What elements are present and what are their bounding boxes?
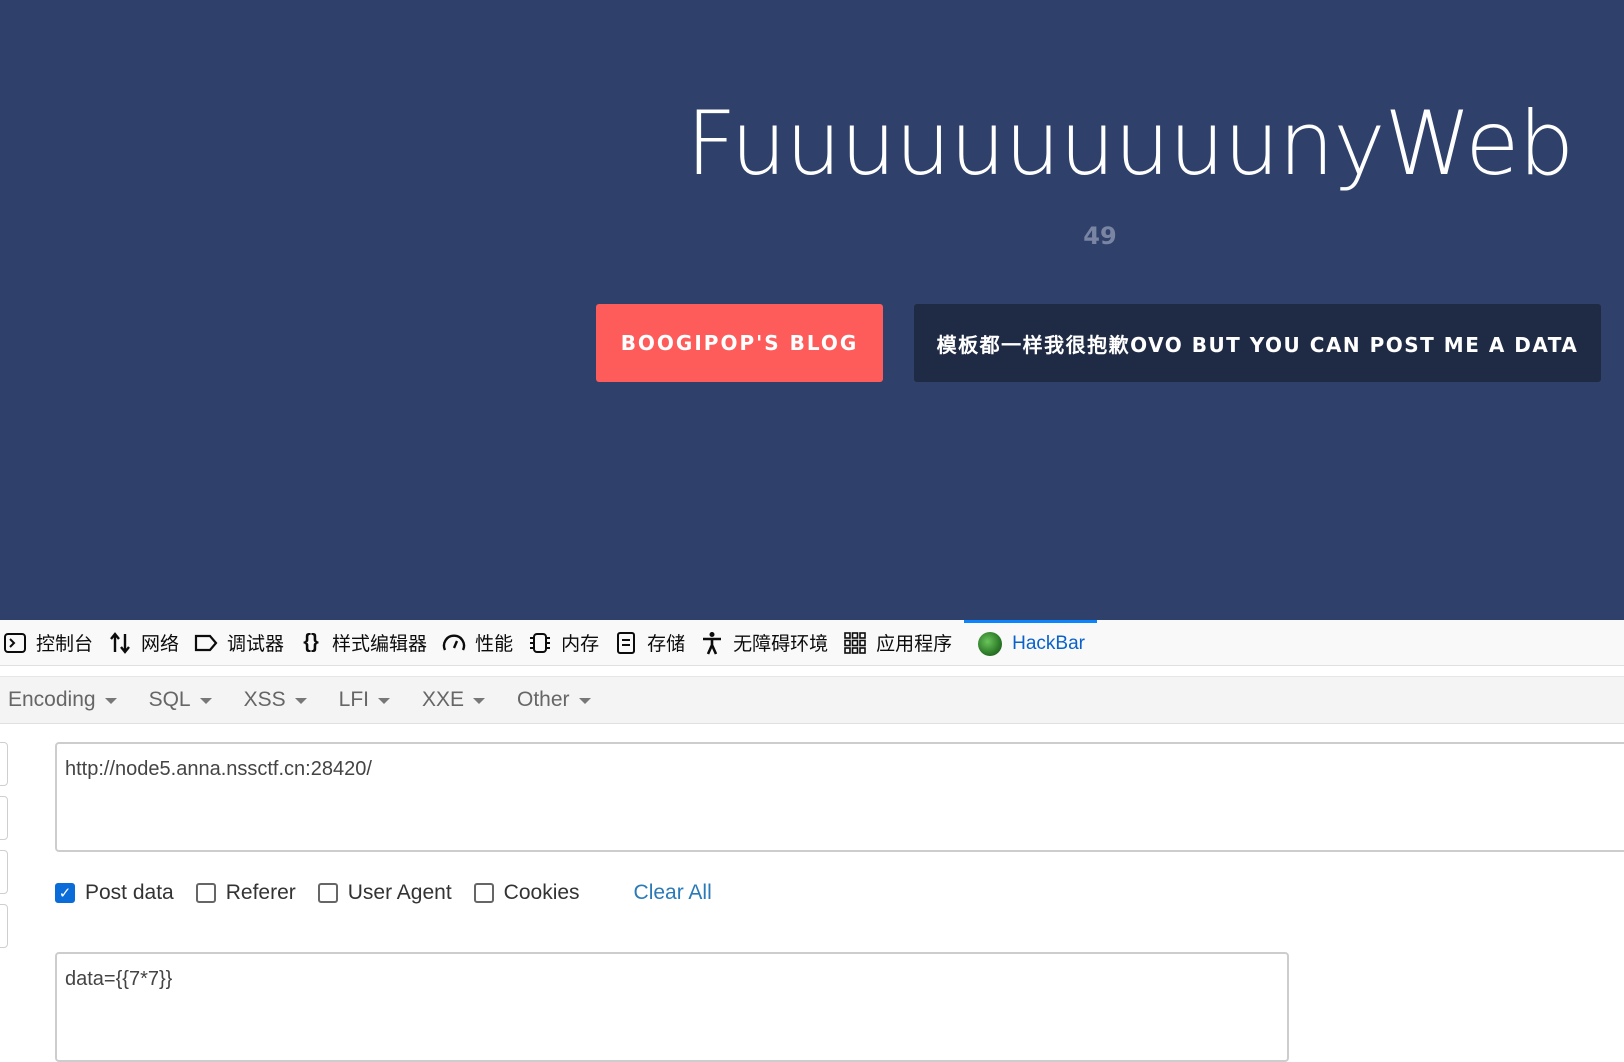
caret-down-icon	[294, 698, 307, 704]
accessibility-icon	[699, 630, 725, 656]
tab-label: 内存	[561, 634, 600, 655]
extra-button[interactable]	[0, 904, 8, 948]
grid-apps-icon	[842, 630, 868, 656]
split-url-button[interactable]	[0, 796, 8, 840]
cookies-checkbox[interactable]: Cookies	[473, 881, 580, 905]
tab-label: 存储	[647, 634, 686, 655]
devtools-tab-bar: 控制台 网络 调试器 {} 样式编辑器 性能 内存 存储 无障碍环境 应用程序 …	[0, 619, 1624, 666]
tab-accessibility[interactable]: 无障碍环境	[697, 620, 840, 666]
tab-application[interactable]: 应用程序	[840, 620, 964, 666]
menu-label: XXE	[421, 688, 465, 711]
caret-down-icon	[578, 698, 591, 704]
blog-button[interactable]: BOOGIPOP'S BLOG	[596, 304, 883, 382]
clear-all-link[interactable]: Clear All	[634, 881, 712, 905]
caret-down-icon	[104, 698, 117, 704]
tab-performance[interactable]: 性能	[439, 620, 525, 666]
menu-encoding[interactable]: Encoding	[8, 688, 117, 712]
checkbox-icon	[473, 883, 494, 903]
tab-storage[interactable]: 存储	[611, 620, 697, 666]
execute-button[interactable]	[0, 850, 8, 894]
caret-down-icon	[377, 698, 390, 704]
menu-xss[interactable]: XSS	[244, 688, 307, 712]
post-data-checkbox[interactable]: ✓ Post data	[55, 881, 174, 905]
caret-down-icon	[199, 698, 212, 704]
braces-icon: {}	[303, 631, 319, 653]
caret-down-icon	[473, 698, 486, 704]
option-label: Referer	[225, 881, 296, 904]
tab-label: HackBar	[1012, 633, 1085, 654]
menu-sql[interactable]: SQL	[149, 688, 212, 712]
tab-debugger[interactable]: 调试器	[191, 620, 296, 666]
hero-section: FuuuuuuuuuunyWeb 49 BOOGIPOP'S BLOG 模板都一…	[0, 0, 1624, 620]
tab-label: 调试器	[227, 634, 285, 655]
debugger-icon	[193, 630, 219, 656]
menu-label: XSS	[243, 688, 286, 711]
post-data-button[interactable]: 模板都一样我很抱歉OVO BUT YOU CAN POST ME A DATA	[914, 304, 1601, 382]
tab-label: 控制台	[36, 634, 94, 655]
tab-console[interactable]: 控制台	[0, 620, 105, 666]
console-icon	[2, 630, 28, 656]
tab-label: 无障碍环境	[733, 634, 829, 655]
tab-label: 网络	[141, 634, 180, 655]
page-title: FuuuuuuuuuunyWeb	[686, 92, 1574, 195]
tab-label: 样式编辑器	[332, 634, 428, 655]
request-options: ✓ Post data Referer User Agent Cookies C…	[55, 878, 712, 908]
url-input[interactable]: http://node5.anna.nssctf.cn:28420/	[55, 742, 1624, 852]
checkbox-checked-icon: ✓	[55, 883, 75, 903]
tab-label: 性能	[475, 634, 514, 655]
menu-label: Other	[517, 688, 570, 711]
menu-label: LFI	[338, 688, 369, 711]
tab-memory[interactable]: 内存	[525, 620, 611, 666]
option-label: Post data	[85, 881, 174, 904]
menu-other[interactable]: Other	[517, 688, 591, 712]
menu-xxe[interactable]: XXE	[421, 688, 486, 712]
hackbar-menu-bar: Encoding SQL XSS LFI XXE Other	[0, 676, 1624, 724]
checkbox-icon	[317, 883, 338, 903]
tab-hackbar[interactable]: HackBar	[964, 619, 1097, 666]
network-arrows-icon	[107, 630, 133, 656]
option-label: Cookies	[503, 881, 580, 904]
menu-lfi[interactable]: LFI	[339, 688, 390, 712]
post-data-input[interactable]: data={{7*7}}	[55, 952, 1289, 1062]
option-label: User Agent	[347, 881, 452, 904]
memory-chip-icon	[527, 630, 553, 656]
load-url-button[interactable]	[0, 742, 8, 786]
tab-label: 应用程序	[876, 634, 953, 655]
hackbar-logo-icon	[978, 632, 1003, 656]
menu-label: SQL	[148, 688, 191, 711]
checkbox-icon	[195, 883, 216, 903]
referer-checkbox[interactable]: Referer	[195, 881, 296, 905]
gauge-icon	[441, 630, 467, 656]
tab-style-editor[interactable]: {} 样式编辑器	[296, 620, 439, 666]
hero-subtitle: 49	[1083, 222, 1117, 250]
storage-icon	[613, 630, 639, 656]
menu-label: Encoding	[8, 688, 96, 711]
user-agent-checkbox[interactable]: User Agent	[317, 881, 452, 905]
tab-network[interactable]: 网络	[105, 620, 191, 666]
